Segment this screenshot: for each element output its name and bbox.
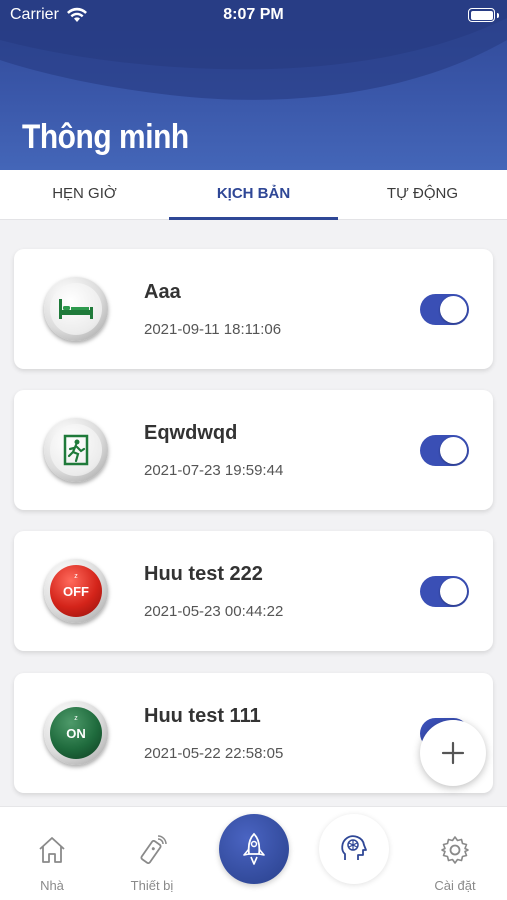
scenario-icon: [44, 418, 108, 482]
rocket-icon: [243, 832, 265, 865]
clock: 8:07 PM: [223, 6, 284, 23]
tab-timer[interactable]: HẸN GIỜ: [0, 170, 169, 219]
tab-scenario[interactable]: KỊCH BẢN: [169, 170, 338, 220]
tab-automation[interactable]: TỰ ĐỘNG: [338, 170, 507, 219]
header: Carrier 8:07 PM Thông minh: [0, 0, 507, 170]
nav-scenario-button[interactable]: [219, 814, 289, 884]
nav-home-label: Nhà: [40, 878, 64, 893]
scenario-toggle[interactable]: [420, 576, 469, 607]
nav-settings-label: Cài đặt: [434, 878, 476, 893]
scenario-date: 2021-09-11 18:11:06: [144, 321, 282, 338]
scenario-date: 2021-05-22 22:58:05: [144, 745, 284, 762]
on-icon: z ON: [50, 707, 102, 759]
scenario-date: 2021-05-23 00:44:22: [144, 603, 284, 620]
off-icon: z OFF: [50, 565, 102, 617]
scenario-card[interactable]: Eqwdwqd 2021-07-23 19:59:44: [14, 390, 493, 510]
nav-devices-label: Thiết bị: [130, 878, 174, 893]
tab-bar: HẸN GIỜ KỊCH BẢN TỰ ĐỘNG: [0, 170, 507, 220]
scenario-date: 2021-07-23 19:59:44: [144, 462, 284, 479]
scenario-name: Huu test 111: [144, 705, 261, 727]
home-icon: [39, 837, 65, 863]
gear-icon: [441, 836, 469, 864]
scenario-toggle[interactable]: [420, 435, 469, 466]
add-scenario-button[interactable]: [420, 720, 486, 786]
status-bar: Carrier 8:07 PM: [0, 0, 507, 32]
exit-icon: [63, 434, 89, 466]
scenario-card[interactable]: z OFF Huu test 222 2021-05-23 00:44:22: [14, 531, 493, 651]
scenario-icon: z OFF: [44, 559, 108, 623]
scenario-icon: z ON: [44, 701, 108, 765]
battery-icon: [468, 8, 499, 22]
nav-ai-button[interactable]: [319, 814, 389, 884]
nav-home[interactable]: Nhà: [2, 807, 102, 900]
scenario-name: Huu test 222: [144, 563, 263, 585]
scenario-name: Aaa: [144, 281, 181, 303]
nav-settings[interactable]: Cài đặt: [405, 807, 505, 900]
scenario-icon: [44, 277, 108, 341]
page-title: Thông minh: [22, 118, 189, 156]
head-brain-icon: [341, 835, 367, 860]
bed-icon: [59, 299, 93, 319]
scenario-card[interactable]: Aaa 2021-09-11 18:11:06: [14, 249, 493, 369]
nav-devices[interactable]: Thiết bị: [102, 807, 202, 900]
scenario-toggle[interactable]: [420, 294, 469, 325]
scenario-name: Eqwdwqd: [144, 422, 238, 444]
scenario-card[interactable]: z ON Huu test 111 2021-05-22 22:58:05: [14, 673, 493, 793]
remote-icon: [140, 835, 167, 864]
plus-icon: [441, 741, 465, 765]
